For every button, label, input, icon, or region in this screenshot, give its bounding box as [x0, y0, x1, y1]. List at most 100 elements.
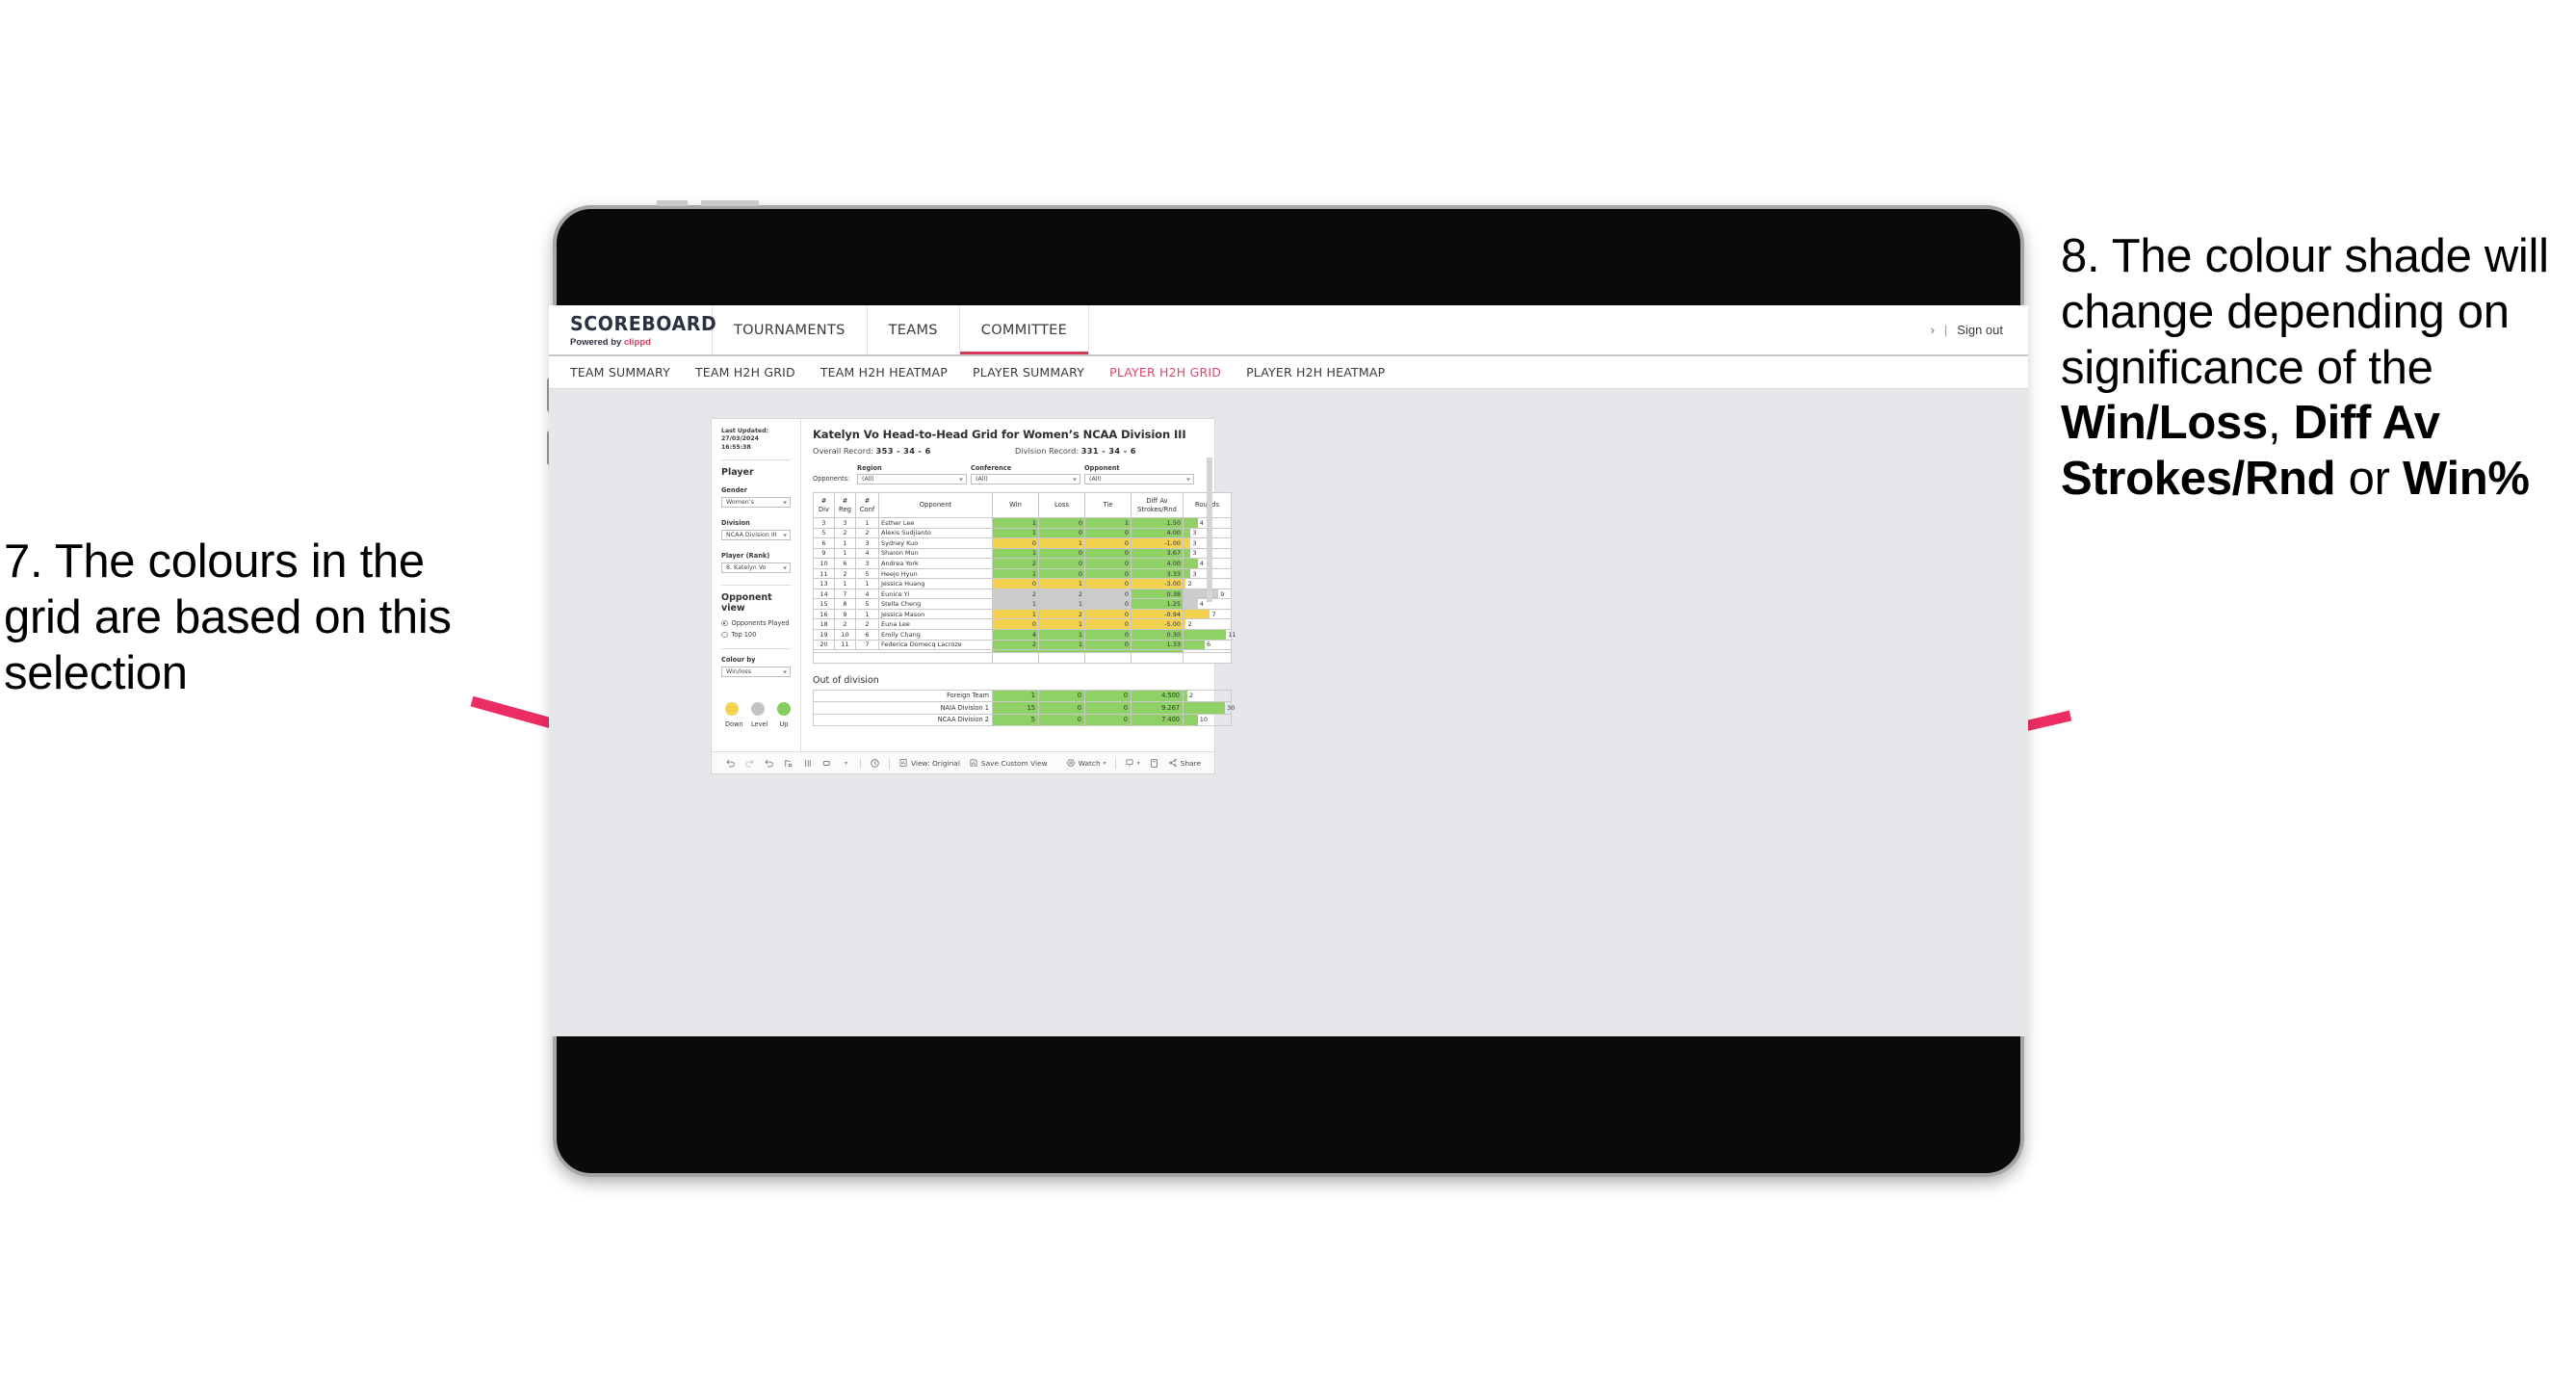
cell-tie: 0: [1084, 629, 1132, 641]
legend-label-level: Level: [751, 720, 768, 729]
col-header-4[interactable]: Win: [992, 492, 1039, 518]
share-button[interactable]: Share: [1168, 758, 1201, 768]
nav-separator: |: [1943, 323, 1948, 337]
radio-top-100[interactable]: Top 100: [721, 631, 791, 639]
cell-tie: 0: [1084, 639, 1132, 651]
view-original-button[interactable]: View: Original: [898, 758, 960, 768]
table-empty-area: [813, 652, 1232, 664]
cell-conf: 2: [855, 527, 879, 539]
table-row[interactable]: 15 8 5 Stella Cheng 1 1 0 1.25 4: [813, 598, 1232, 610]
radio-opponents-played[interactable]: Opponents Played: [721, 619, 791, 627]
nav-teams[interactable]: TEAMS: [868, 305, 960, 354]
radio-icon-selected: [721, 619, 728, 627]
ood-cell-diff: 7.400: [1131, 713, 1184, 727]
annotation-8-prefix: 8. The colour shade will change dependin…: [2061, 230, 2549, 394]
cell-opponent: Eunice Yi: [878, 588, 993, 600]
cell-opponent: Jessica Mason: [878, 608, 993, 620]
table-row[interactable]: 5 2 2 Alexis Sudjianto 1 0 0 4.00 3: [813, 527, 1232, 539]
undo-icon[interactable]: [725, 758, 736, 769]
grid-scrollbar[interactable]: [1207, 458, 1212, 602]
cell-win: 1: [992, 608, 1039, 620]
col-header-3[interactable]: Opponent: [878, 492, 993, 518]
ood-cell-label: Foreign Team: [813, 689, 993, 703]
table-row[interactable]: 10 6 3 Andrea York 2 0 0 4.00 4: [813, 558, 1232, 569]
subtab-team-h2h-grid[interactable]: TEAM H2H GRID: [695, 365, 795, 379]
table-row[interactable]: 14 7 4 Eunice Yi 2 2 0 0.38 9: [813, 588, 1232, 600]
subtab-team-h2h-heatmap[interactable]: TEAM H2H HEATMAP: [820, 365, 948, 379]
col-header-1[interactable]: # Reg: [834, 492, 856, 518]
cell-div: 19: [813, 629, 835, 641]
cell-reg: 1: [834, 537, 856, 549]
table-row[interactable]: 18 2 2 Euna Lee 0 1 0 -5.00 2: [813, 618, 1232, 630]
nav-committee[interactable]: COMMITTEE: [960, 305, 1090, 354]
watch-button[interactable]: Watch ▾: [1066, 758, 1106, 768]
cell-conf: 5: [855, 567, 879, 580]
conference-select[interactable]: (All): [971, 474, 1080, 484]
cell-rounds: 6: [1183, 639, 1232, 651]
division-record-label: Division Record:: [1015, 446, 1081, 456]
cell-conf: 4: [855, 588, 879, 600]
cell-tie: 0: [1084, 618, 1132, 630]
filters-player-heading: Player: [721, 467, 754, 479]
col-header-2[interactable]: # Conf: [855, 492, 879, 518]
col-header-7[interactable]: Diff Av Strokes/Rnd: [1131, 492, 1184, 518]
subtab-player-summary[interactable]: PLAYER SUMMARY: [973, 365, 1084, 379]
cell-diff: 1.50: [1131, 517, 1184, 529]
legend-label-down: Down: [725, 720, 743, 729]
pause-icon[interactable]: [802, 758, 813, 769]
out-of-division-row[interactable]: Foreign Team 1 0 0 4.500 2: [813, 689, 1232, 703]
subtab-team-summary[interactable]: TEAM SUMMARY: [570, 365, 670, 379]
table-row[interactable]: 6 1 3 Sydney Kuo 0 1 0 -1.00 3: [813, 537, 1232, 549]
nav-tournaments[interactable]: TOURNAMENTS: [713, 305, 868, 354]
download-button[interactable]: ▾: [1125, 758, 1140, 768]
cell-tie: 0: [1084, 558, 1132, 569]
overall-record: Overall Record: 353 - 34 - 6: [813, 446, 1015, 456]
out-of-division-row[interactable]: NAIA Division 1 15 0 0 9.267 30: [813, 701, 1235, 715]
subtab-player-h2h-grid[interactable]: PLAYER H2H GRID: [1109, 365, 1221, 379]
brand-logo[interactable]: SCOREBOARD Powered by clippd: [549, 305, 716, 354]
save-custom-view-label: Save Custom View: [980, 758, 1048, 768]
cell-win: 1: [992, 567, 1039, 580]
cell-div: 14: [813, 588, 835, 600]
revert-icon[interactable]: [764, 758, 774, 769]
clock-icon[interactable]: [870, 758, 880, 769]
chevron-right-icon[interactable]: ›: [1931, 323, 1935, 337]
colour-legend-labels: Down Level Up: [725, 720, 791, 728]
col-header-5[interactable]: Loss: [1038, 492, 1085, 518]
table-row[interactable]: 13 1 1 Jessica Huang 0 1 0 -3.00 2: [813, 578, 1232, 589]
table-row[interactable]: 20 11 7 Federica Domecq Lacroze 2 1 0 1.33 6: [813, 639, 1232, 651]
refresh-icon[interactable]: [783, 758, 794, 769]
radio-icon: [721, 631, 728, 639]
cell-tie: 0: [1084, 547, 1132, 560]
player-rank-select[interactable]: 8. Katelyn Vo: [721, 562, 791, 574]
cell-conf: 1: [855, 608, 879, 620]
region-select[interactable]: (All): [857, 474, 967, 484]
cell-loss: 1: [1038, 629, 1085, 641]
cell-tie: 0: [1084, 588, 1132, 600]
tablet-speaker-notch: [701, 200, 759, 206]
divider-3: [721, 648, 791, 650]
table-row[interactable]: 11 2 5 Heejo Hyun 1 0 0 3.33 3: [813, 567, 1232, 580]
sign-out-link[interactable]: Sign out: [1957, 323, 2003, 337]
table-row[interactable]: 3 3 1 Esther Lee 1 0 1 1.50 4: [813, 517, 1232, 529]
gender-select[interactable]: Women’s: [721, 497, 791, 509]
table-row[interactable]: 9 1 4 Sharon Mun 1 0 0 3.67 3: [813, 547, 1232, 560]
cell-opponent: Stella Cheng: [878, 598, 993, 610]
redo-icon[interactable]: [744, 758, 755, 769]
shape-icon[interactable]: [821, 758, 832, 769]
out-of-division-row[interactable]: NCAA Division 2 5 0 0 7.400 10: [813, 713, 1232, 727]
subtab-player-h2h-heatmap[interactable]: PLAYER H2H HEATMAP: [1246, 365, 1385, 379]
region-value: (All): [862, 476, 874, 483]
colour-by-select[interactable]: Win/loss: [721, 667, 791, 678]
cell-reg: 3: [834, 517, 856, 529]
cell-rounds: 7: [1183, 608, 1232, 620]
chevron-down-icon[interactable]: ▾: [841, 758, 851, 769]
save-custom-view-button[interactable]: Save Custom View: [969, 758, 1048, 768]
division-select[interactable]: NCAA Division III: [721, 530, 791, 541]
opponent-select[interactable]: (All): [1084, 474, 1194, 484]
fullscreen-icon[interactable]: [1149, 758, 1159, 769]
col-header-0[interactable]: # Div: [813, 492, 835, 518]
col-header-6[interactable]: Tie: [1084, 492, 1132, 518]
table-row[interactable]: 19 10 6 Emily Chang 4 1 0 0.30 11: [813, 629, 1236, 641]
table-row[interactable]: 16 9 1 Jessica Mason 1 2 0 -0.94 7: [813, 608, 1232, 620]
